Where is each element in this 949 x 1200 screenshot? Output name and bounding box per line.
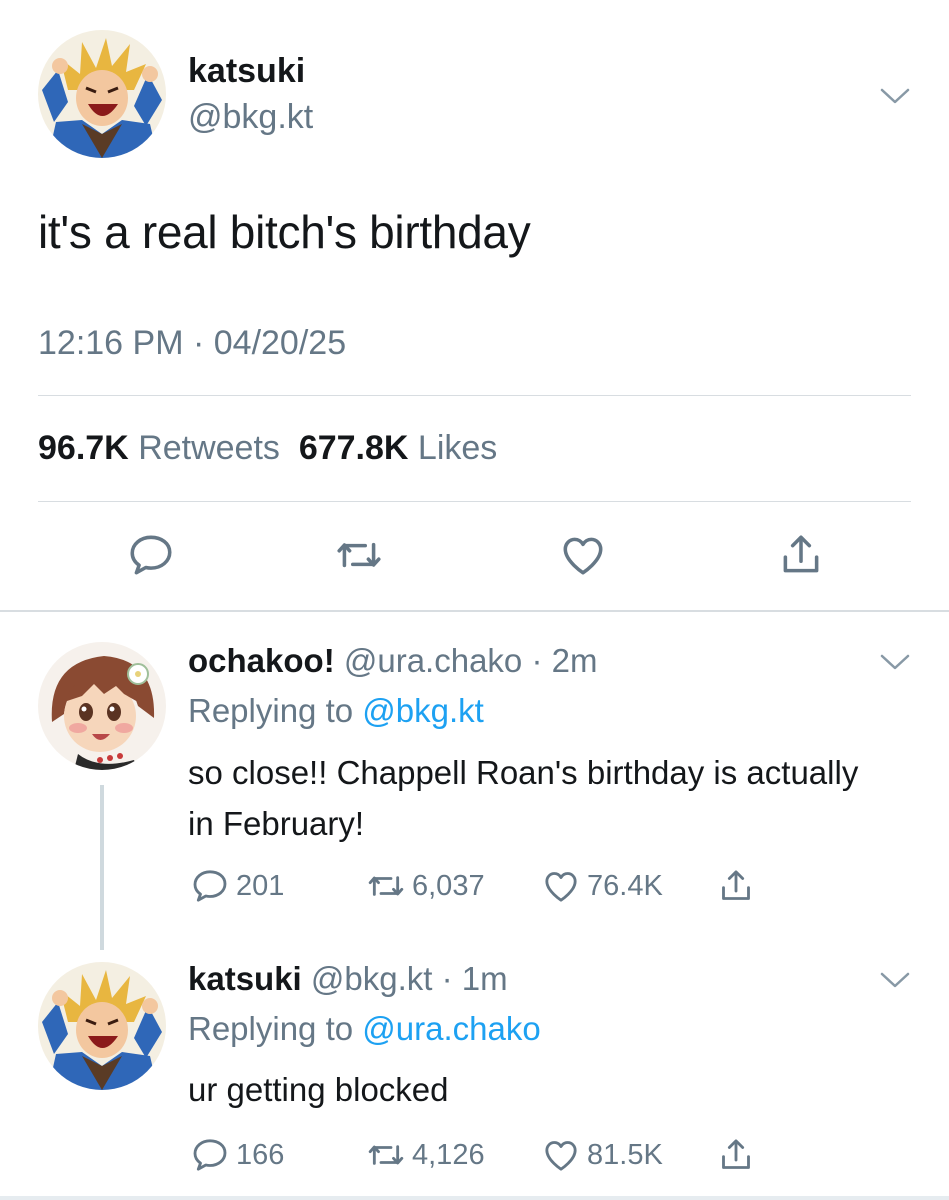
reply-icon bbox=[190, 866, 230, 906]
share-icon bbox=[716, 1135, 756, 1175]
retweet-count: 6,037 bbox=[412, 869, 485, 902]
share-button[interactable] bbox=[776, 530, 826, 585]
likes-count: 677.8K bbox=[298, 429, 409, 467]
reply-header: katsuki @bkg.kt · 1m bbox=[188, 960, 508, 998]
replying-to: Replying to @ura.chako bbox=[188, 1010, 541, 1048]
retweet-icon bbox=[366, 866, 406, 906]
ochako-avatar[interactable] bbox=[38, 642, 166, 770]
retweet-button[interactable]: 6,037 bbox=[366, 866, 485, 906]
reply-count: 201 bbox=[236, 869, 285, 902]
timestamp: 12:16 PM · 04/20/25 bbox=[38, 324, 346, 363]
like-icon bbox=[541, 1135, 581, 1175]
katsuki-avatar[interactable] bbox=[38, 962, 166, 1090]
chevron-down-icon[interactable] bbox=[880, 970, 910, 995]
author-name[interactable]: katsuki bbox=[188, 52, 305, 91]
author-name[interactable]: ochakoo! bbox=[188, 642, 335, 679]
replying-to: Replying to @bkg.kt bbox=[188, 692, 484, 730]
reply-button[interactable]: 166 bbox=[190, 1135, 284, 1175]
reply-text: so close!! Chappell Roan's birthday is a… bbox=[188, 754, 859, 842]
likes-label: Likes bbox=[417, 429, 498, 467]
retweet-button[interactable] bbox=[334, 530, 384, 585]
retweets-count: 96.7K bbox=[38, 429, 129, 467]
reply-count: 166 bbox=[236, 1138, 285, 1171]
tweet-time: 12:16 PM bbox=[38, 324, 184, 362]
mention-link[interactable]: @bkg.kt bbox=[362, 692, 484, 729]
section-divider bbox=[0, 610, 949, 612]
retweet-button[interactable]: 4,126 bbox=[366, 1135, 485, 1175]
like-count: 76.4K bbox=[587, 869, 663, 902]
author-name[interactable]: katsuki bbox=[188, 960, 302, 997]
share-icon bbox=[776, 530, 826, 580]
reply-header: ochakoo! @ura.chako · 2m bbox=[188, 642, 597, 680]
tweet-text: it's a real bitch's birthday bbox=[38, 206, 531, 258]
katsuki-avatar[interactable] bbox=[38, 30, 166, 158]
likes-stat[interactable]: 677.8K Likes bbox=[299, 429, 497, 467]
retweet-count: 4,126 bbox=[412, 1138, 485, 1171]
chevron-down-icon[interactable] bbox=[880, 652, 910, 677]
retweets-stat[interactable]: 96.7K Retweets bbox=[38, 429, 280, 467]
replying-label: Replying to bbox=[188, 692, 354, 729]
divider bbox=[38, 395, 911, 396]
reply-time: 1m bbox=[461, 960, 508, 997]
chevron-down-icon[interactable] bbox=[880, 86, 910, 111]
author-handle[interactable]: @bkg.kt bbox=[188, 98, 313, 137]
like-icon bbox=[541, 866, 581, 906]
retweet-icon bbox=[366, 1135, 406, 1175]
share-button[interactable] bbox=[716, 866, 762, 906]
mention-link[interactable]: @ura.chako bbox=[362, 1010, 540, 1047]
thread-line bbox=[100, 785, 104, 950]
bottom-border bbox=[0, 1196, 949, 1200]
author-handle[interactable]: @bkg.kt bbox=[311, 960, 433, 997]
like-button[interactable]: 81.5K bbox=[541, 1135, 663, 1175]
retweet-icon bbox=[334, 530, 384, 580]
replying-label: Replying to bbox=[188, 1010, 354, 1047]
reply-time: 2m bbox=[551, 642, 598, 679]
divider bbox=[38, 501, 911, 502]
reply-icon bbox=[190, 1135, 230, 1175]
share-button[interactable] bbox=[716, 1135, 762, 1175]
tweet-stats: 96.7K Retweets 677.8K Likes bbox=[38, 429, 497, 468]
separator-dot: · bbox=[432, 960, 462, 997]
like-button[interactable]: 76.4K bbox=[541, 866, 663, 906]
separator-dot: · bbox=[522, 642, 552, 679]
like-icon bbox=[558, 530, 608, 580]
retweets-label: Retweets bbox=[138, 429, 280, 467]
separator-dot: · bbox=[183, 324, 214, 362]
like-button[interactable] bbox=[558, 530, 608, 585]
reply-button[interactable]: 201 bbox=[190, 866, 284, 906]
like-count: 81.5K bbox=[587, 1138, 663, 1171]
reply-button[interactable] bbox=[126, 530, 176, 585]
share-icon bbox=[716, 866, 756, 906]
author-handle[interactable]: @ura.chako bbox=[344, 642, 522, 679]
tweet-date: 04/20/25 bbox=[213, 324, 347, 362]
reply-text: ur getting blocked bbox=[188, 1071, 449, 1108]
reply-icon bbox=[126, 530, 176, 580]
